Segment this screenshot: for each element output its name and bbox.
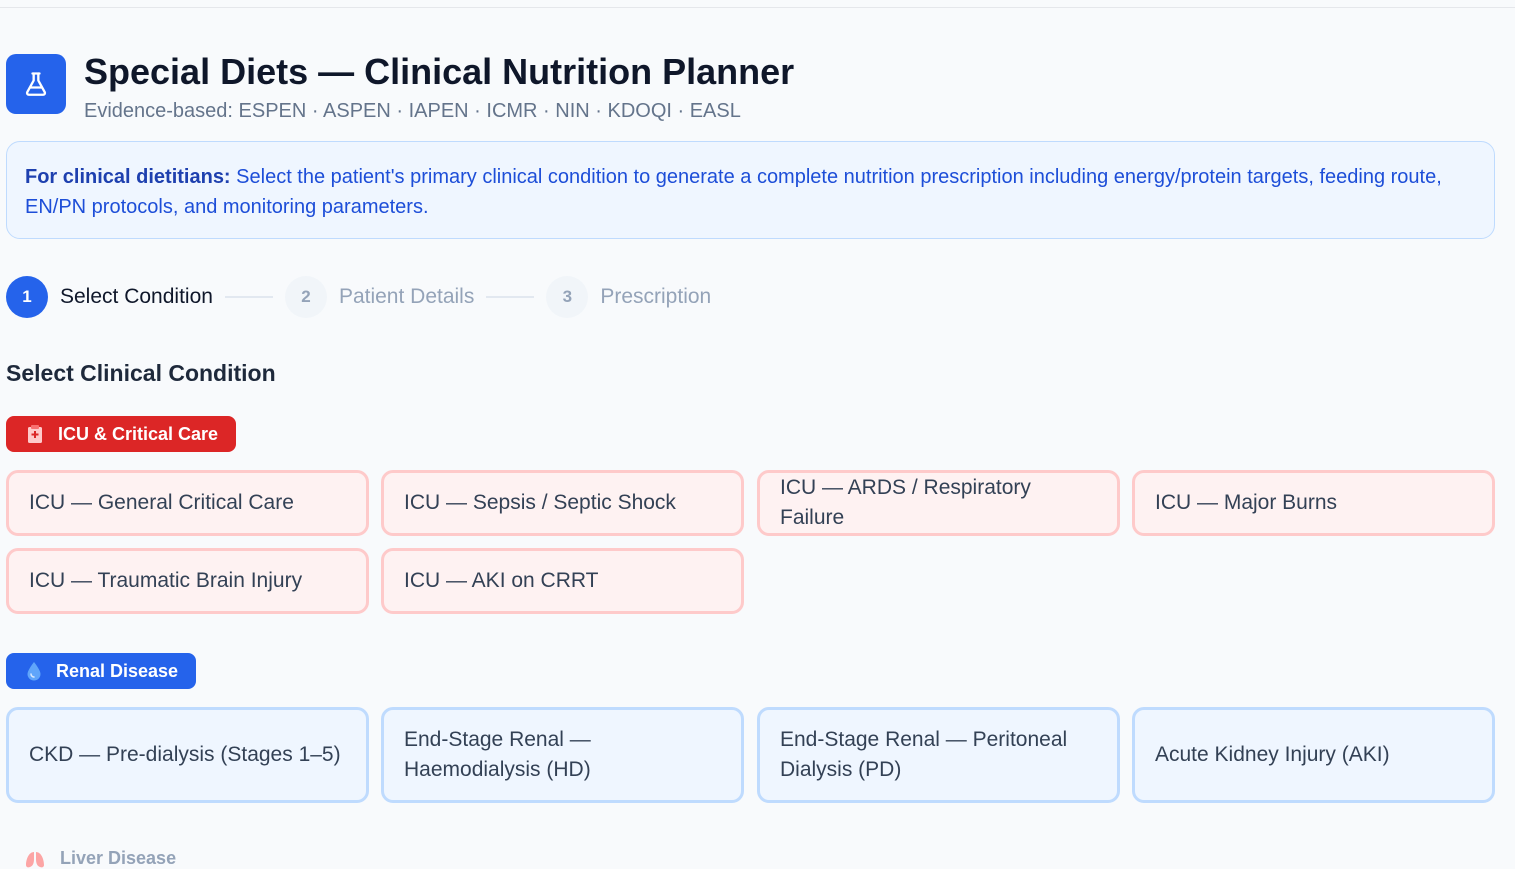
step-connector (224, 296, 273, 298)
condition-card-label: ICU — ARDS / Respiratory Failure (780, 476, 1031, 529)
step-1-label[interactable]: Select Condition (60, 285, 213, 309)
info-banner-lead: For clinical dietitians: (25, 166, 231, 188)
hospital-icon (26, 424, 44, 444)
condition-card-label: Acute Kidney Injury (AKI) (1155, 743, 1390, 766)
condition-card-pd[interactable]: End-Stage Renal — Peritoneal Dialysis (P… (757, 707, 1120, 803)
lungs-icon (24, 849, 46, 869)
condition-card-label: ICU — General Critical Care (29, 491, 294, 514)
flask-icon (6, 54, 66, 114)
category-badge-icu: ICU & Critical Care (6, 416, 237, 452)
category-badge-liver: Liver Disease (24, 848, 176, 869)
info-banner: For clinical dietitians: Select the pati… (6, 141, 1495, 239)
top-divider (0, 7, 1515, 8)
page-header: Special Diets — Clinical Nutrition Plann… (6, 54, 794, 122)
condition-card-icu-ards[interactable]: ICU — ARDS / Respiratory Failure (757, 470, 1120, 536)
condition-card-hd[interactable]: End-Stage Renal — Haemodialysis (HD) (381, 707, 744, 803)
stepper: 1 Select Condition 2 Patient Details 3 P… (6, 276, 711, 318)
page-title: Special Diets — Clinical Nutrition Plann… (84, 51, 795, 92)
condition-card-label: CKD — Pre-dialysis (Stages 1–5) (29, 743, 341, 766)
category-label-liver: Liver Disease (60, 848, 177, 868)
step-connector (486, 296, 535, 298)
condition-card-icu-burns[interactable]: ICU — Major Burns (1132, 470, 1495, 536)
condition-card-label: ICU — Sepsis / Septic Shock (404, 491, 676, 514)
page-subtitle: Evidence-based: ESPEN · ASPEN · IAPEN · … (84, 100, 741, 122)
step-3-label[interactable]: Prescription (600, 285, 711, 309)
category-badge-renal: Renal Disease (6, 653, 197, 689)
condition-card-icu-sepsis[interactable]: ICU — Sepsis / Septic Shock (381, 470, 744, 536)
condition-card-icu-tbi[interactable]: ICU — Traumatic Brain Injury (6, 548, 369, 614)
condition-card-ckd[interactable]: CKD — Pre-dialysis (Stages 1–5) (6, 707, 369, 803)
condition-card-label: ICU — Major Burns (1155, 491, 1338, 514)
step-1-circle[interactable]: 1 (6, 276, 48, 318)
condition-card-icu-general[interactable]: ICU — General Critical Care (6, 470, 369, 536)
info-banner-text: Select the patient's primary clinical co… (25, 166, 1442, 218)
condition-card-label: End-Stage Renal — Haemodialysis (HD) (404, 728, 591, 781)
droplet-icon (26, 661, 42, 681)
section-title: Select Clinical Condition (6, 360, 276, 386)
category-label-renal: Renal Disease (56, 660, 179, 681)
step-2-circle[interactable]: 2 (284, 276, 327, 318)
condition-card-aki[interactable]: Acute Kidney Injury (AKI) (1132, 707, 1495, 803)
condition-card-label: ICU — Traumatic Brain Injury (29, 569, 303, 592)
step-2-label[interactable]: Patient Details (339, 285, 474, 309)
step-3-circle[interactable]: 3 (546, 276, 589, 318)
condition-card-icu-crrt[interactable]: ICU — AKI on CRRT (381, 548, 744, 614)
condition-card-label: End-Stage Renal — Peritoneal Dialysis (P… (780, 728, 1068, 781)
condition-card-label: ICU — AKI on CRRT (404, 569, 599, 592)
category-label-icu: ICU & Critical Care (58, 423, 219, 444)
